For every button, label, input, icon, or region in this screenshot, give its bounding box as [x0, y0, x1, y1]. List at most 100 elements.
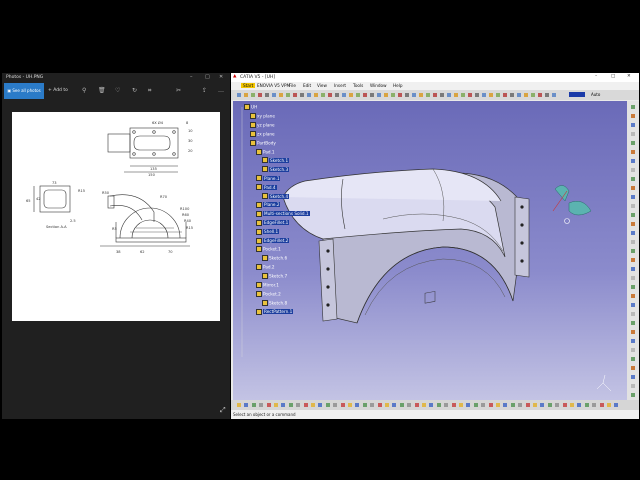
workbench-tool-icon[interactable] [631, 123, 635, 127]
tree-item[interactable]: EdgeFillet.1 [256, 219, 290, 227]
bottom-tool-icon[interactable] [577, 403, 582, 407]
bottom-tool-icon[interactable] [510, 403, 515, 407]
toolbar-tool-icon[interactable] [419, 93, 423, 97]
add-to-button[interactable]: + Add to [48, 86, 68, 96]
tree-item[interactable]: RectPattern.1 [256, 308, 294, 316]
tree-item[interactable]: PartBody [250, 139, 276, 147]
workbench-tool-icon[interactable] [631, 204, 635, 208]
toolbar-tool-icon[interactable] [377, 93, 381, 97]
toolbar-tool-icon[interactable] [433, 93, 437, 97]
bottom-tool-icon[interactable] [466, 403, 471, 407]
workbench-tool-icon[interactable] [631, 177, 635, 181]
workbench-tool-icon[interactable] [631, 186, 635, 190]
favorite-icon[interactable]: ♡ [115, 87, 120, 94]
bottom-tool-icon[interactable] [318, 403, 323, 407]
bottom-tool-icon[interactable] [451, 403, 456, 407]
toolbar-tool-icon[interactable] [440, 93, 444, 97]
tree-item[interactable]: Sketch.3 [262, 166, 290, 173]
toolbar-tool-icon[interactable] [363, 93, 367, 97]
tree-item[interactable]: Plane.2 [256, 201, 281, 209]
toolbar-tool-icon[interactable] [496, 93, 500, 97]
toolbar-tool-icon[interactable] [328, 93, 332, 97]
catia-maximize-icon[interactable]: □ [611, 74, 615, 79]
toolbar-tool-icon[interactable] [538, 93, 542, 97]
workbench-tool-icon[interactable] [631, 231, 635, 235]
toolbar-tool-icon[interactable] [349, 93, 353, 97]
bottom-tool-icon[interactable] [473, 403, 478, 407]
toolbar-tool-icon[interactable] [321, 93, 325, 97]
tree-item[interactable]: Multi-sections Solid.1 [256, 210, 310, 218]
bottom-tool-icon[interactable] [370, 403, 375, 407]
workbench-tool-icon[interactable] [631, 339, 635, 343]
bottom-tool-icon[interactable] [399, 403, 404, 407]
bottom-tool-icon[interactable] [407, 403, 412, 407]
toolbar-tool-icon[interactable] [454, 93, 458, 97]
bottom-tool-icon[interactable] [555, 403, 560, 407]
tree-item[interactable]: Mirror.1 [256, 282, 279, 289]
toolbar-tool-icon[interactable] [552, 93, 556, 97]
tree-item[interactable]: Pad.4 [256, 184, 277, 191]
bottom-tool-icon[interactable] [584, 403, 589, 407]
toolbar-tool-icon[interactable] [447, 93, 451, 97]
menu-help[interactable]: Help [393, 83, 403, 88]
rotate-icon[interactable]: ↻ [132, 87, 137, 94]
toolbar-tool-icon[interactable] [510, 93, 514, 97]
toolbar-tool-icon[interactable] [244, 93, 248, 97]
tree-item[interactable]: Pad.1 [256, 148, 275, 156]
workbench-tool-icon[interactable] [631, 393, 635, 397]
workbench-tool-icon[interactable] [631, 285, 635, 289]
tree-item[interactable]: Sketch.4 [262, 193, 290, 200]
toolbar-tool-icon[interactable] [482, 93, 486, 97]
workbench-tool-icon[interactable] [631, 222, 635, 226]
fullscreen-icon[interactable]: ⤢ [220, 406, 226, 415]
bottom-tool-icon[interactable] [259, 403, 264, 407]
workbench-tool-icon[interactable] [631, 159, 635, 163]
bottom-tool-icon[interactable] [429, 403, 434, 407]
bottom-tool-icon[interactable] [303, 403, 308, 407]
toolbar-tool-icon[interactable] [426, 93, 430, 97]
bottom-tool-icon[interactable] [525, 403, 530, 407]
compass-icon[interactable] [552, 185, 592, 224]
toolbar-tool-icon[interactable] [251, 93, 255, 97]
bottom-tool-icon[interactable] [244, 403, 249, 407]
toolbar-tool-icon[interactable] [370, 93, 374, 97]
menu-insert[interactable]: Insert [334, 83, 346, 88]
bottom-tool-icon[interactable] [422, 403, 426, 407]
bottom-tool-icon[interactable] [570, 403, 574, 407]
tree-item[interactable]: EdgeFillet.2 [256, 237, 290, 245]
bottom-tool-icon[interactable] [518, 403, 523, 407]
toolbar-tool-icon[interactable] [468, 93, 472, 97]
bottom-tool-icon[interactable] [362, 403, 367, 407]
workbench-tool-icon[interactable] [631, 294, 635, 298]
bottom-tool-icon[interactable] [348, 403, 352, 407]
bottom-tool-icon[interactable] [414, 403, 419, 407]
workbench-tool-icon[interactable] [631, 141, 635, 145]
workbench-tool-icon[interactable] [631, 168, 635, 172]
workbench-tool-icon[interactable] [631, 213, 635, 217]
bottom-tool-icon[interactable] [503, 403, 508, 407]
workbench-tool-icon[interactable] [631, 366, 635, 370]
bottom-tool-icon[interactable] [488, 403, 493, 407]
bottom-tool-icon[interactable] [481, 403, 486, 407]
bottom-tool-icon[interactable] [281, 403, 286, 407]
toolbar-tool-icon[interactable] [342, 93, 346, 97]
workbench-tool-icon[interactable] [631, 267, 635, 271]
bottom-tool-icon[interactable] [237, 403, 241, 407]
auto-select[interactable]: Auto [591, 92, 600, 97]
workbench-tool-icon[interactable] [631, 276, 635, 280]
toolbar-tool-icon[interactable] [300, 93, 304, 97]
workbench-tool-icon[interactable] [631, 114, 635, 118]
workbench-tool-icon[interactable] [631, 303, 635, 307]
catia-minimize-icon[interactable]: – [595, 74, 597, 79]
more-icon[interactable]: … [218, 87, 224, 94]
crop-icon[interactable]: ⌗ [148, 87, 151, 95]
workbench-tool-icon[interactable] [631, 249, 635, 253]
bottom-tool-icon[interactable] [274, 403, 278, 407]
tree-item[interactable]: Shell.1 [256, 228, 280, 236]
toolbar-tool-icon[interactable] [258, 93, 262, 97]
toolbar-tool-icon[interactable] [335, 93, 339, 97]
workbench-tool-icon[interactable] [631, 240, 635, 244]
delete-icon[interactable]: 🗑 [98, 87, 106, 94]
toolbar-tool-icon[interactable] [475, 93, 479, 97]
toolbar-tool-icon[interactable] [517, 93, 521, 97]
